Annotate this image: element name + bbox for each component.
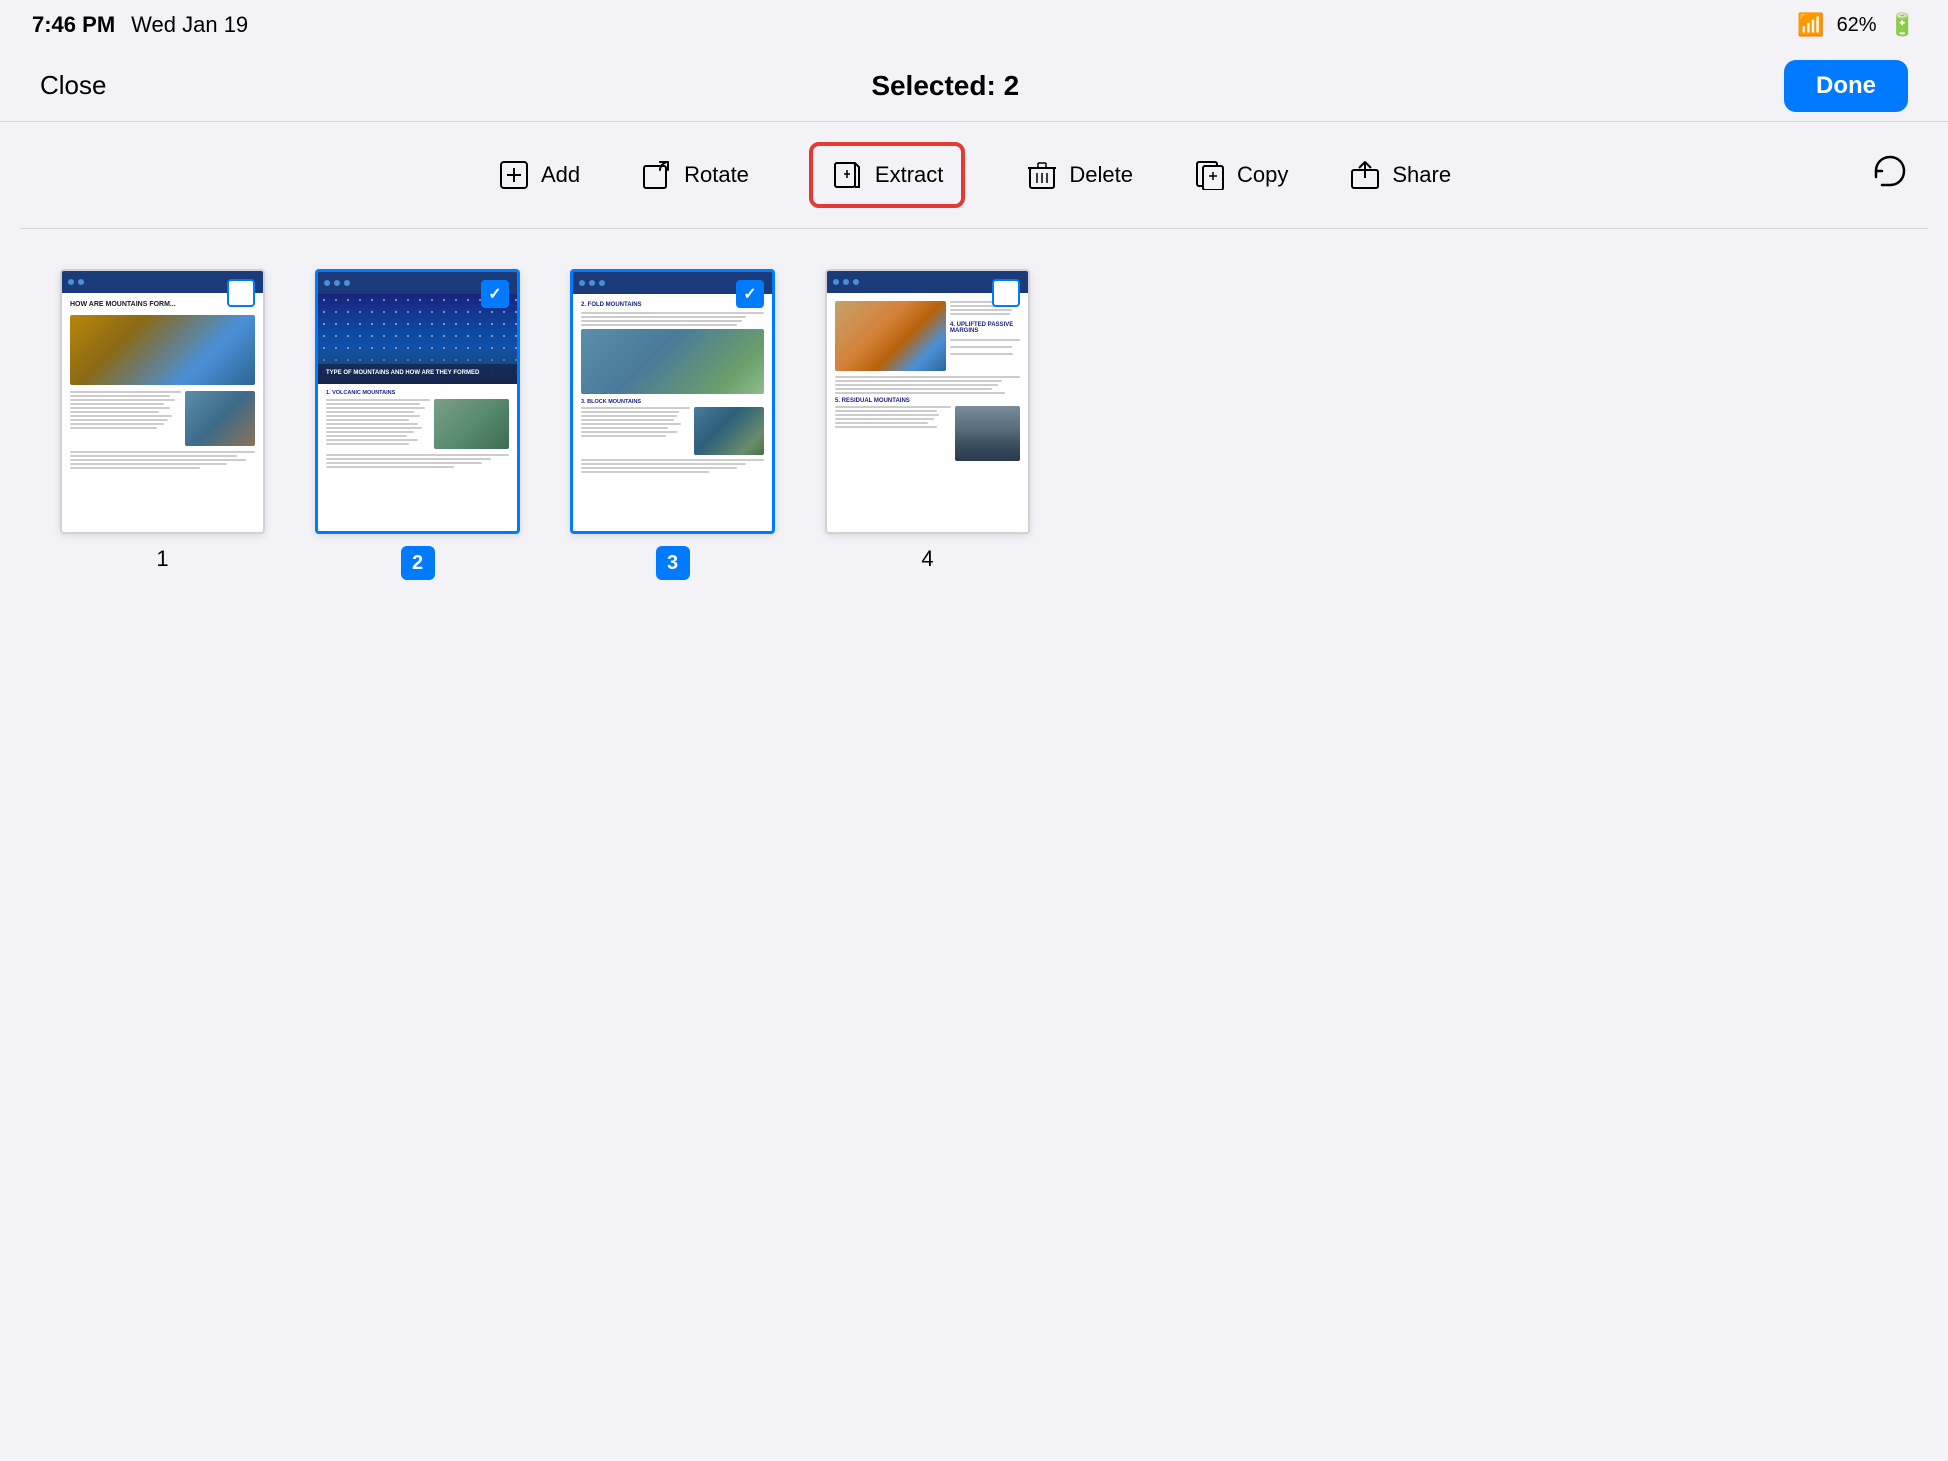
delete-label: Delete (1069, 162, 1133, 188)
page-item-1[interactable]: HOW ARE MOUNTAINS FORM... (60, 269, 265, 572)
copy-label: Copy (1237, 162, 1288, 188)
page4-main-image (835, 301, 946, 371)
page4-checkbox[interactable] (992, 279, 1020, 307)
page1-number: 1 (156, 546, 168, 572)
share-label: Share (1392, 162, 1451, 188)
add-label: Add (541, 162, 580, 188)
page3-top-image (581, 329, 764, 394)
rotate-button[interactable]: Rotate (640, 158, 749, 192)
extract-button[interactable]: Extract (809, 142, 965, 208)
page1-small-image (185, 391, 255, 446)
done-button[interactable]: Done (1784, 60, 1908, 112)
rotate-label: Rotate (684, 162, 749, 188)
page3-mid-image (694, 407, 764, 455)
pages-area: HOW ARE MOUNTAINS FORM... (0, 229, 1948, 620)
battery-icon: 🔋 (1889, 12, 1916, 38)
share-button[interactable]: Share (1348, 158, 1451, 192)
wifi-icon: 📶 (1797, 12, 1824, 38)
page2-checkbox[interactable] (481, 280, 509, 308)
toolbar: Add Rotate (0, 122, 1948, 228)
close-button[interactable]: Close (40, 70, 106, 101)
header: Close Selected: 2 Done (0, 50, 1948, 122)
status-right: 📶 62% 🔋 (1797, 12, 1916, 38)
page-item-3[interactable]: 2. FOLD MOUNTAINS 3. BLOCK MOUNTAINS (570, 269, 775, 580)
add-icon (497, 158, 531, 192)
status-time: 7:46 PM (32, 12, 115, 38)
rotate-icon (640, 158, 674, 192)
page1-main-image (70, 315, 255, 385)
extract-label: Extract (875, 162, 943, 188)
page-thumbnail-4[interactable]: 4. UPLIFTED PASSIVE MARGINS 5. RESIDUAL … (825, 269, 1030, 534)
page4-number: 4 (921, 546, 933, 572)
copy-button[interactable]: Copy (1193, 158, 1288, 192)
status-bar: 7:46 PM Wed Jan 19 📶 62% 🔋 (0, 0, 1948, 50)
delete-button[interactable]: Delete (1025, 158, 1133, 192)
undo-button[interactable] (1868, 151, 1908, 199)
page-thumbnail-1[interactable]: HOW ARE MOUNTAINS FORM... (60, 269, 265, 534)
page2-small-image (434, 399, 509, 449)
extract-icon (831, 158, 865, 192)
page3-number: 3 (656, 546, 690, 580)
copy-icon (1193, 158, 1227, 192)
page4-bottom-image (955, 406, 1020, 461)
page1-checkbox[interactable] (227, 279, 255, 307)
delete-icon (1025, 158, 1059, 192)
page-thumbnail-2[interactable]: TYPE OF MOUNTAINS AND HOW ARE THEY FORME… (315, 269, 520, 534)
add-button[interactable]: Add (497, 158, 580, 192)
battery-text: 62% (1837, 14, 1877, 37)
status-date: Wed Jan 19 (131, 12, 248, 38)
page3-checkbox[interactable] (736, 280, 764, 308)
page-item-2[interactable]: TYPE OF MOUNTAINS AND HOW ARE THEY FORME… (315, 269, 520, 580)
page2-number: 2 (401, 546, 435, 580)
page-item-4[interactable]: 4. UPLIFTED PASSIVE MARGINS 5. RESIDUAL … (825, 269, 1030, 572)
share-icon (1348, 158, 1382, 192)
page-thumbnail-3[interactable]: 2. FOLD MOUNTAINS 3. BLOCK MOUNTAINS (570, 269, 775, 534)
selected-title: Selected: 2 (871, 70, 1019, 102)
